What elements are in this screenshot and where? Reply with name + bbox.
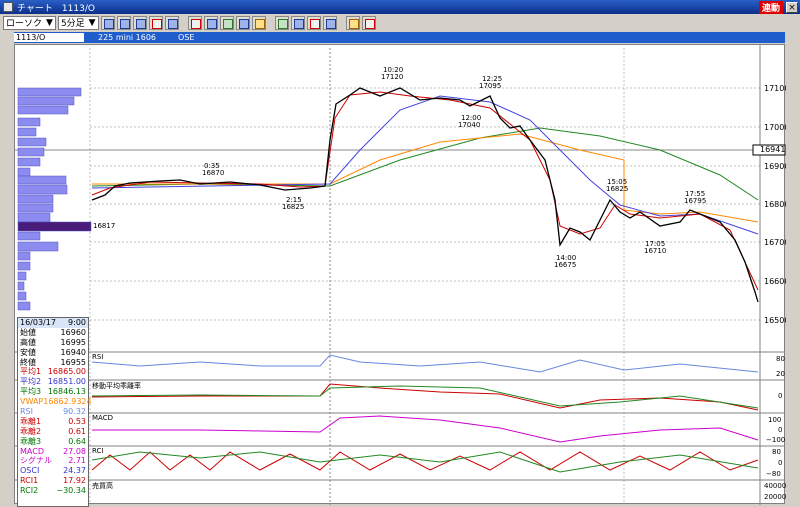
- rsi-tick: 80: [776, 355, 785, 363]
- ohlc-row-rsi: RSI 90.32: [20, 407, 86, 417]
- rci-tick: 0: [778, 459, 783, 467]
- kairi1-line: [91, 383, 759, 411]
- macd-tick: 100: [768, 416, 782, 424]
- ohlc-row-close: 終値 16955: [20, 357, 86, 367]
- macd-tick: 0: [778, 426, 783, 434]
- ohlc-row-ma2: 平均2 16851.00: [20, 377, 86, 387]
- ohlc-data-panel: 16/03/17 9:00 始値 16960 高値 16995 安値 16940 終値…: [17, 317, 92, 507]
- ohlc-row-osci: OSCI 24.37: [20, 466, 86, 476]
- annotation-price: 16675: [554, 261, 577, 269]
- kairi3-line: [91, 385, 759, 409]
- annotation-price: 16710: [644, 247, 667, 255]
- volume-profile-poc-label: 16817: [93, 222, 116, 230]
- right-window-frame: [786, 14, 800, 507]
- annotation-price: 17120: [381, 73, 404, 81]
- grid-lines: [14, 48, 760, 505]
- rci1-line: [91, 451, 759, 471]
- ohlc-row-rci2: RCI2 −30.34: [20, 486, 86, 496]
- rci2-line: [91, 451, 759, 473]
- annotation-price: 16795: [684, 197, 707, 205]
- rci-pane-label: RCI: [92, 447, 104, 455]
- vwap-line: [92, 133, 759, 223]
- ohlc-date: 16/03/17: [20, 318, 56, 327]
- macd-pane-label: MACD: [92, 414, 113, 422]
- ohlc-row-open: 始値 16960: [20, 327, 86, 337]
- ohlc-row-kairi1: 乖離1 0.53: [20, 416, 86, 426]
- volume-profile: [17, 87, 92, 311]
- rsi-pane-label: RSI: [92, 353, 104, 361]
- ohlc-row-ma3: 平均3 16846.13: [20, 387, 86, 397]
- ohlc-row-signal: シグナル 2.71: [20, 456, 86, 466]
- kairi-pane-label: 移動平均乖離率: [92, 382, 141, 390]
- ohlc-datetime-row: 16/03/17 9:00: [18, 318, 88, 328]
- macd-tick: −100: [766, 436, 786, 444]
- ohlc-row-high: 高値 16995: [20, 337, 86, 347]
- rci-tick: −80: [766, 470, 781, 478]
- rci-tick: 80: [772, 448, 781, 456]
- ohlc-row-macd: MACD 27.08: [20, 446, 86, 456]
- ma3-line: [91, 127, 759, 201]
- macd-line: [92, 415, 759, 443]
- current-price-label: 16941: [760, 145, 786, 154]
- ohlc-row-vwap: VWAP 16862.9324: [20, 397, 92, 407]
- annotation-price: 16825: [606, 185, 629, 193]
- ohlc-row-ma1: 平均1 16865.00: [20, 367, 86, 377]
- volume-tick: 40000: [764, 482, 787, 490]
- annotation-price: 17040: [458, 121, 481, 129]
- ohlc-row-low: 安値 16940: [20, 347, 86, 357]
- annotation-price: 16870: [202, 169, 225, 177]
- ohlc-row-kairi3: 乖離3 0.64: [20, 436, 86, 446]
- rsi-line: [91, 354, 759, 373]
- annotation-price: 16825: [282, 203, 305, 211]
- rsi-tick: 20: [776, 370, 785, 378]
- volume-tick: 20000: [764, 493, 787, 501]
- ohlc-row-kairi2: 乖離2 0.61: [20, 426, 86, 436]
- annotation-price: 17095: [479, 82, 502, 90]
- kairi-tick: 0: [778, 392, 783, 400]
- volume-pane-label: 売買高: [92, 482, 113, 490]
- ma1-line: [91, 91, 759, 291]
- ohlc-time: 9:00: [68, 318, 86, 327]
- ohlc-row-rci1: RCI1 17.92: [20, 476, 86, 486]
- candlestick-series: [91, 87, 759, 303]
